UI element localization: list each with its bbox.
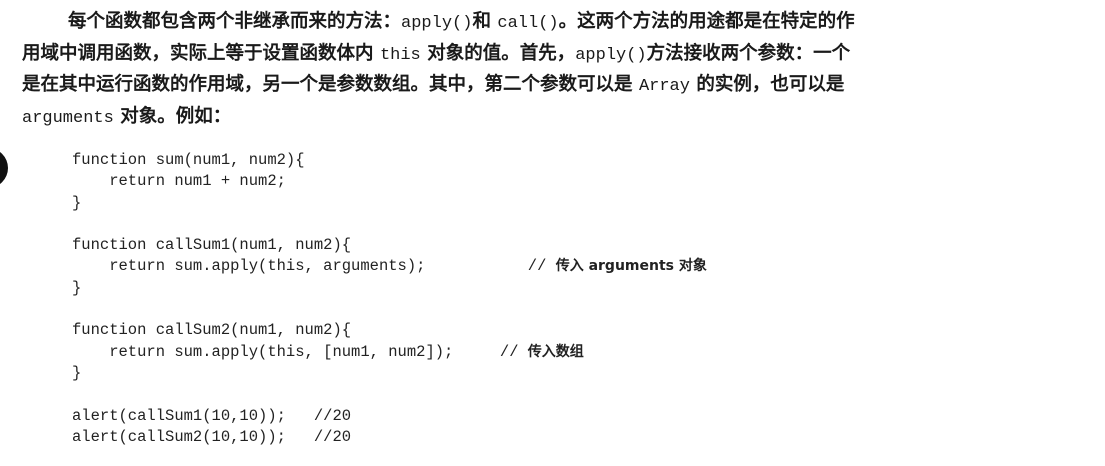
code-text: return sum.apply(this, arguments); — [72, 257, 426, 276]
code-text: return num1 + num2; — [72, 172, 286, 191]
code-listing: function sum(num1, num2){ return num1 + … — [72, 150, 707, 448]
document-page: 每个函数都包含两个非继承而来的方法：apply()和 call()。这两个方法的… — [0, 0, 1105, 466]
code-text: } — [72, 363, 82, 382]
code-line: alert(callSum1(10,10)); //20 — [72, 406, 707, 427]
code-line: alert(callSum2(10,10)); //20 — [72, 427, 707, 448]
code-comment: //20 — [313, 406, 352, 425]
paragraph-text: 是在其中运行函数的作用域，另一个是参数数组。其中，第二个参数可以是 — [22, 74, 639, 95]
code-spacing — [286, 428, 314, 446]
code-comment: //20 — [313, 427, 352, 446]
paragraph-text: 方法接收两个参数：一个 — [646, 42, 851, 64]
code-line: function callSum1(num1, num2){ — [72, 235, 707, 256]
inline-code: Array — [638, 77, 690, 96]
inline-code: apply() — [401, 14, 473, 33]
code-line: function callSum2(num1, num2){ — [72, 320, 707, 341]
code-line: return sum.apply(this, [num1, num2]); //… — [72, 342, 707, 363]
paragraph-text: 对象。例如： — [113, 105, 232, 127]
code-text: return sum.apply(this, [num1, num2]); — [72, 342, 454, 361]
code-comment: 传入 arguments 对象 — [555, 258, 707, 275]
paragraph-text: 每个函数都包含两个非继承而来的方法： — [68, 11, 402, 32]
code-text: function callSum1(num1, num2){ — [72, 236, 352, 255]
code-line: } — [72, 193, 707, 214]
code-comment: 传入数组 — [527, 343, 584, 360]
code-comment-marker: // — [499, 342, 528, 361]
code-spacing — [425, 257, 527, 275]
inline-code: apply() — [575, 45, 647, 65]
code-line: } — [72, 363, 707, 384]
paragraph-line: 是在其中运行函数的作用域，另一个是参数数组。其中，第二个参数可以是 Array … — [22, 69, 1092, 101]
paragraph-text: 。这两个方法的用途都是在特定的作 — [558, 11, 855, 32]
paragraph-line: 每个函数都包含两个非继承而来的方法：apply()和 call()。这两个方法的… — [22, 6, 1092, 38]
code-line: return num1 + num2; — [72, 171, 707, 192]
code-text: } — [72, 193, 82, 212]
code-text: function sum(num1, num2){ — [72, 151, 305, 169]
code-text: } — [72, 278, 82, 297]
inline-code: arguments — [22, 108, 114, 128]
code-spacing — [286, 407, 314, 425]
paragraph-text: 的实例，也可以是 — [689, 74, 845, 95]
code-text: alert(callSum1(10,10)); — [72, 406, 286, 425]
code-spacing — [453, 343, 500, 361]
code-line: function sum(num1, num2){ — [72, 150, 707, 171]
paragraph-text: 用域中调用函数，实际上等于设置函数体内 — [22, 42, 380, 64]
paragraph-line: arguments 对象。例如： — [22, 101, 1092, 133]
inline-code: call() — [497, 14, 559, 33]
paragraph-text: 和 — [472, 11, 498, 32]
code-comment-marker: // — [527, 257, 556, 276]
code-text: function callSum2(num1, num2){ — [72, 321, 352, 340]
code-line: } — [72, 278, 707, 299]
paragraph-line: 用域中调用函数，实际上等于设置函数体内 this 对象的值。首先，apply()… — [22, 38, 1092, 70]
body-paragraph: 每个函数都包含两个非继承而来的方法：apply()和 call()。这两个方法的… — [22, 6, 1092, 132]
run-marker-icon — [0, 152, 8, 184]
inline-code: this — [379, 45, 421, 65]
code-text: alert(callSum2(10,10)); — [72, 427, 286, 446]
code-line: return sum.apply(this, arguments); // 传入… — [72, 256, 707, 277]
paragraph-text: 对象的值。首先， — [420, 42, 576, 64]
